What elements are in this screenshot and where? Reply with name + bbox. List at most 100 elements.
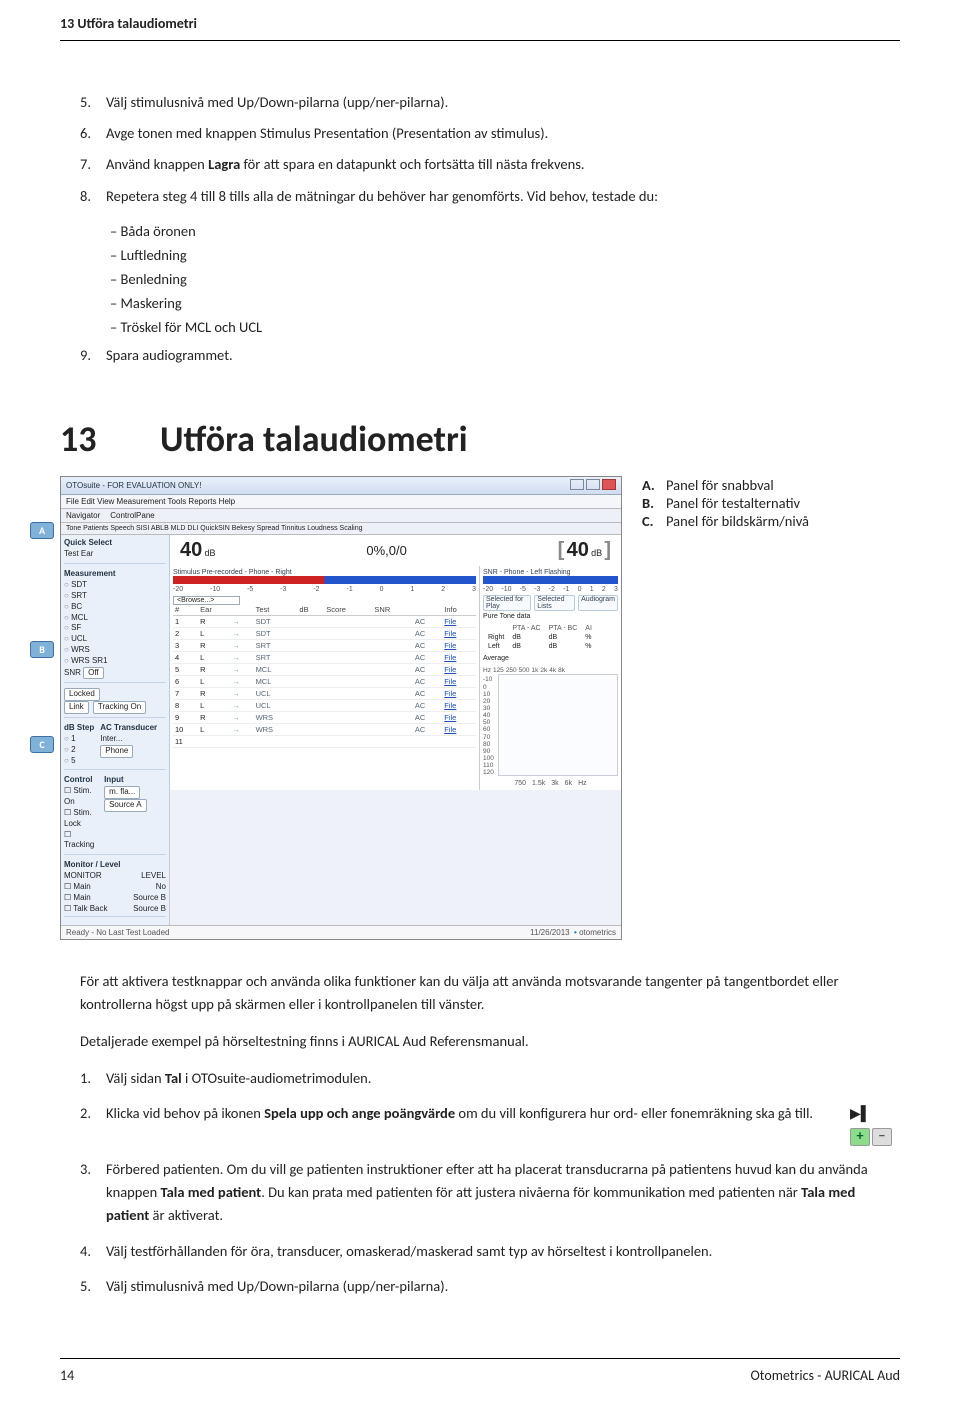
step-num: 8.: [80, 185, 106, 208]
audiogram-grid: [498, 674, 618, 776]
minus-icon: −: [872, 1128, 892, 1146]
step-text: Välj stimulusnivå med Up/Down-pilarna (u…: [106, 91, 448, 114]
sub-item: Maskering: [110, 294, 900, 312]
average-label: Average: [483, 655, 618, 662]
inter-label: Inter...: [100, 734, 157, 745]
meas-opt[interactable]: SDT: [64, 580, 166, 591]
link-button[interactable]: Link: [64, 701, 89, 714]
upper-step-list-cont: 9.Spara audiogrammet.: [60, 344, 900, 367]
level-label: LEVEL: [141, 871, 166, 880]
meas-opt[interactable]: BC: [64, 602, 166, 613]
source-b-label: Source B: [133, 893, 166, 902]
footer-doc: Otometrics - AURICAL Aud: [751, 1367, 901, 1384]
snr-value[interactable]: Off: [83, 667, 104, 680]
legend-letter: C.: [642, 512, 666, 530]
table-row: 4L→SRTACFile: [173, 652, 476, 664]
stimon-check[interactable]: Stim. On: [64, 786, 98, 808]
measurement-header: Measurement: [64, 569, 166, 578]
top-toolbar: Navigator ControlPane: [61, 509, 621, 523]
browse-dropdown[interactable]: <Browse...>: [173, 596, 240, 605]
step-text: Avge tonen med knappen Stimulus Presenta…: [106, 122, 548, 145]
tab-bar[interactable]: Tone Patients Speech SISI ABLB MLD DLI Q…: [61, 523, 621, 535]
section-heading: Utföra talaudiometri: [160, 417, 468, 461]
monitor-label: MONITOR: [64, 871, 102, 880]
snr-label: SNR: [64, 668, 81, 677]
menu-bar[interactable]: File Edit View Measurement Tools Reports…: [61, 495, 621, 509]
locked-button[interactable]: Locked: [64, 688, 100, 701]
main-check[interactable]: Main: [64, 882, 91, 891]
no-label: No: [156, 882, 166, 891]
main-check-2[interactable]: Main: [64, 893, 91, 902]
step-num: 6.: [80, 122, 106, 145]
stimlock-check[interactable]: Stim. Lock: [64, 808, 98, 830]
meas-opt[interactable]: WRS: [64, 645, 166, 656]
quick-select-header: Quick Select: [64, 538, 166, 547]
page-header: 13 Utföra talaudiometri: [60, 0, 900, 41]
legend-text: Panel för testalternativ: [666, 494, 800, 512]
right-panel-tabs[interactable]: Selected for Play Selected Lists Audiogr…: [483, 595, 618, 611]
table-row: 8L→UCLACFile: [173, 700, 476, 712]
legend-letter: B.: [642, 494, 666, 512]
table-row: 11: [173, 736, 476, 748]
tracking-on-button[interactable]: Tracking On: [93, 701, 146, 714]
section-number: 13: [60, 417, 160, 461]
page-footer: 14 Otometrics - AURICAL Aud: [60, 1358, 900, 1404]
step-num: 2.: [80, 1102, 106, 1146]
window-buttons[interactable]: [568, 479, 616, 492]
bottom-freq-row: 750 1.5k 3k 6k Hz: [483, 780, 618, 787]
sub-item: Båda öronen: [110, 222, 900, 240]
db5[interactable]: 5: [64, 756, 94, 767]
callout-c: C: [30, 736, 54, 753]
snr-bar: [483, 576, 618, 584]
step-text: Repetera steg 4 till 8 tills alla de mät…: [106, 185, 658, 208]
db-column: -100102030405060708090100110120: [483, 676, 494, 776]
controlpanel-label[interactable]: ControlPane: [110, 511, 154, 520]
scale-row: -20-10-5-3-2-10123: [173, 586, 476, 593]
plus-icon: +: [850, 1128, 870, 1146]
input-value[interactable]: m. fla...: [104, 786, 140, 799]
step-text: Använd knappen Lagra för att spara en da…: [106, 153, 585, 176]
play-icon: ▶▌: [850, 1105, 871, 1122]
table-row: 10L→WRSACFile: [173, 724, 476, 736]
db2[interactable]: 2: [64, 745, 94, 756]
table-row: 6L→MCLACFile: [173, 676, 476, 688]
window-titlebar: OTOsuite - FOR EVALUATION ONLY!: [61, 477, 621, 495]
dial-left-value: 40: [180, 539, 202, 561]
legend-text: Panel för snabbval: [666, 476, 774, 494]
source-a-button[interactable]: Source A: [104, 799, 146, 812]
meas-opt[interactable]: UCL: [64, 634, 166, 645]
page-number: 14: [60, 1367, 74, 1384]
source-b-label-2: Source B: [133, 904, 166, 913]
step-num: 9.: [80, 344, 106, 367]
step-text: Spara audiogrammet.: [106, 344, 233, 367]
meas-opt[interactable]: SF: [64, 623, 166, 634]
header-title: 13 Utföra talaudiometri: [60, 15, 197, 32]
section-title: 13 Utföra talaudiometri: [60, 417, 900, 461]
right-panel: SNR - Phone - Left Flashing -20-10-5-3-2…: [479, 566, 621, 790]
step-num: 5.: [80, 1275, 106, 1298]
input-header: Input: [104, 775, 166, 784]
status-bar: Ready - No Last Test Loaded 11/26/2013 •…: [61, 925, 621, 939]
dial-right-value: 40: [567, 539, 589, 561]
level-bar: [173, 576, 476, 584]
table-row: 1R→SDTACFile: [173, 616, 476, 628]
table-row: 5R→MCLACFile: [173, 664, 476, 676]
dial-left-unit: dB: [204, 548, 215, 558]
meas-opt[interactable]: WRS SR1: [64, 656, 166, 667]
meas-opt[interactable]: SRT: [64, 591, 166, 602]
meas-opt[interactable]: MCL: [64, 613, 166, 624]
control-header: Control: [64, 775, 98, 784]
bracket-r: ]: [604, 539, 611, 561]
pure-tone-table: PTA - ACPTA - BCAI RightdBdB% LeftdBdB%: [483, 623, 597, 652]
db1[interactable]: 1: [64, 734, 94, 745]
db-step-header: dB Step: [64, 723, 94, 732]
phone-button[interactable]: Phone: [100, 745, 133, 758]
monitor-level-header: Monitor / Level: [64, 860, 166, 869]
navigator-label[interactable]: Navigator: [66, 511, 100, 520]
step-num: 7.: [80, 153, 106, 176]
dial-row: 40 dB 0%,0/0 [ 40 dB ]: [170, 535, 621, 566]
talkback-check[interactable]: Talk Back: [64, 904, 107, 913]
table-row: 9R→WRSACFile: [173, 712, 476, 724]
body-paragraph-2: Detaljerade exempel på hörseltestning fi…: [60, 1030, 900, 1052]
tracking-check[interactable]: Tracking: [64, 830, 98, 852]
